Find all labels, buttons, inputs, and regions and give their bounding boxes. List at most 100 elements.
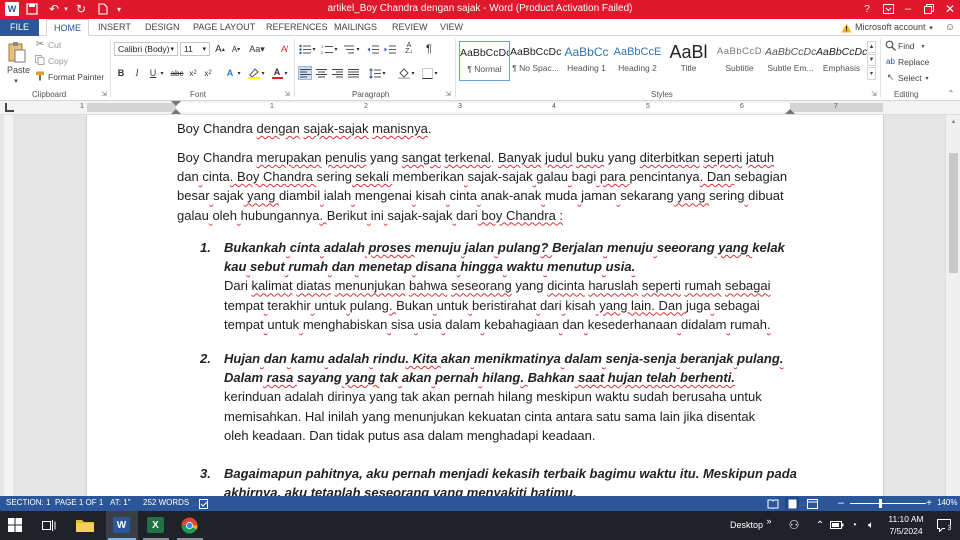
- styles-more-icon[interactable]: ▾: [867, 67, 876, 80]
- style-subtitle[interactable]: AaBbCcD Subtitle: [714, 41, 765, 81]
- tab-design[interactable]: DESIGN: [145, 22, 180, 32]
- replace-button[interactable]: Replace: [898, 57, 929, 67]
- text-effects-dropdown-icon[interactable]: ▾: [235, 66, 243, 80]
- excel-taskbar-icon[interactable]: X: [147, 517, 164, 533]
- text-line[interactable]: dan cinta. Boy Chandra sering sekali mem…: [177, 167, 797, 186]
- tab-file[interactable]: FILE: [0, 19, 40, 36]
- text-line[interactable]: Hujan dan kamu adalah rindu. Kita akan m…: [224, 349, 802, 368]
- desktop-toolbar[interactable]: Desktop: [730, 520, 763, 530]
- decrease-indent-icon[interactable]: [366, 42, 380, 56]
- text-line[interactable]: Dari kalimat diatas menunjukan bahwa ses…: [224, 276, 802, 295]
- volume-icon[interactable]: 🔈︎: [864, 518, 878, 532]
- strikethrough-icon[interactable]: abc: [169, 66, 185, 80]
- select-button[interactable]: Select: [898, 73, 922, 83]
- align-center-icon[interactable]: [314, 66, 328, 80]
- text-line[interactable]: Dalam rasa sayang yang tak akan pernah h…: [224, 368, 802, 387]
- right-indent-marker[interactable]: [785, 109, 795, 114]
- read-mode-icon[interactable]: [767, 498, 779, 509]
- horizontal-ruler[interactable]: 1 1 2 3 4 5 6 7: [0, 101, 960, 115]
- grow-font-icon[interactable]: A ▴: [213, 42, 227, 56]
- show-hidden-icons[interactable]: ⌃: [814, 518, 826, 532]
- text-line[interactable]: tempat terakhir untuk pulang. Bukan untu…: [224, 296, 802, 315]
- subscript-icon[interactable]: x2: [186, 66, 200, 80]
- proofing-icon[interactable]: [199, 498, 210, 509]
- vertical-scrollbar[interactable]: ▲: [945, 115, 960, 496]
- font-name-combo[interactable]: Calibri (Body) ▾: [114, 42, 178, 56]
- print-layout-icon[interactable]: [785, 497, 799, 510]
- style-heading-1[interactable]: AaBbCc Heading 1: [561, 41, 612, 81]
- people-icon[interactable]: ⚇: [787, 518, 801, 532]
- zoom-out-icon[interactable]: –: [836, 497, 846, 509]
- highlight-dropdown-icon[interactable]: ▾: [259, 66, 267, 80]
- increase-indent-icon[interactable]: [383, 42, 397, 56]
- tab-insert[interactable]: INSERT: [98, 22, 131, 32]
- close-icon[interactable]: ✕: [943, 2, 957, 16]
- styles-scroll-down-icon[interactable]: ▼: [867, 54, 876, 66]
- clear-formatting-icon[interactable]: A̸: [277, 42, 291, 56]
- scroll-up-icon[interactable]: ▲: [949, 117, 958, 126]
- style-normal[interactable]: AaBbCcDc ¶ Normal: [459, 41, 510, 81]
- text-line[interactable]: besar sajak yang diambil ialah mengenai …: [177, 186, 797, 205]
- font-launcher-icon[interactable]: ⇲: [283, 90, 291, 98]
- style-subtle-emphasis[interactable]: AaBbCcDc Subtle Em...: [765, 41, 816, 81]
- align-right-icon[interactable]: [330, 66, 344, 80]
- styles-scroll-up-icon[interactable]: ▲: [867, 41, 876, 53]
- styles-launcher-icon[interactable]: ⇲: [870, 90, 878, 98]
- align-left-icon[interactable]: [298, 66, 312, 80]
- text-line[interactable]: tempat untuk menghabiskan sisa usia dala…: [224, 315, 802, 334]
- font-color-dropdown-icon[interactable]: ▾: [282, 66, 290, 80]
- style-no-spacing[interactable]: AaBbCcDc ¶ No Spac...: [510, 41, 561, 81]
- zoom-slider[interactable]: [850, 503, 926, 504]
- change-case-icon[interactable]: Aa▾: [248, 42, 266, 56]
- network-icon[interactable]: ◔: [847, 518, 861, 532]
- shrink-font-icon[interactable]: A ▾: [229, 42, 243, 56]
- tab-review[interactable]: REVIEW: [392, 22, 428, 32]
- text-line[interactable]: Boy Chandra dengan sajak-sajak manisnya.: [177, 119, 797, 138]
- style-title[interactable]: AaBl Title: [663, 41, 714, 81]
- word-taskbar-icon[interactable]: W: [113, 517, 130, 533]
- select-dropdown-icon[interactable]: ▾: [923, 74, 931, 82]
- text-line[interactable]: akhirnya, aku tetaplah seseorang yang me…: [224, 483, 802, 496]
- restore-icon[interactable]: [922, 2, 936, 16]
- ribbon-display-options-icon[interactable]: [882, 3, 894, 15]
- justify-icon[interactable]: [346, 66, 360, 80]
- text-line[interactable]: galau oleh hubungannya. Berikut ini saja…: [177, 206, 797, 225]
- shading-dropdown-icon[interactable]: ▾: [409, 66, 417, 80]
- smiley-feedback-icon[interactable]: ☺: [944, 21, 956, 33]
- italic-icon[interactable]: I: [130, 66, 144, 80]
- find-button[interactable]: Find: [898, 41, 915, 51]
- word-count[interactable]: 252 WORDS: [143, 498, 189, 507]
- zoom-slider-thumb[interactable]: [878, 499, 882, 508]
- file-explorer-icon[interactable]: [76, 517, 94, 533]
- collapse-ribbon-icon[interactable]: ⌃: [946, 88, 956, 98]
- tab-home[interactable]: HOME: [46, 19, 89, 36]
- page-indicator[interactable]: PAGE 1 OF 1: [55, 498, 103, 507]
- scrollbar-thumb[interactable]: [949, 153, 958, 273]
- task-view-icon[interactable]: [42, 518, 56, 532]
- tab-mailings[interactable]: MAILINGS: [334, 22, 377, 32]
- paragraph-launcher-icon[interactable]: ⇲: [444, 90, 452, 98]
- borders-dropdown-icon[interactable]: ▾: [432, 66, 440, 80]
- account-dropdown-icon[interactable]: ▾: [927, 22, 935, 33]
- format-painter-button[interactable]: Format Painter: [48, 72, 104, 82]
- tab-references[interactable]: REFERENCES: [266, 22, 328, 32]
- font-size-combo[interactable]: 11 ▾: [180, 42, 210, 56]
- web-layout-icon[interactable]: [806, 498, 818, 509]
- tab-page-layout[interactable]: PAGE LAYOUT: [193, 22, 255, 32]
- battery-icon[interactable]: [830, 519, 844, 531]
- paste-icon[interactable]: [6, 40, 28, 64]
- style-heading-2[interactable]: AaBbCcE Heading 2: [612, 41, 663, 81]
- text-line[interactable]: kerinduan adalah dirinya yang tak akan p…: [224, 387, 802, 406]
- text-line[interactable]: oleh keadaan. Dan tidak putus asa dalam …: [224, 426, 802, 445]
- numbering-dropdown-icon[interactable]: ▾: [332, 42, 340, 56]
- clipboard-launcher-icon[interactable]: ⇲: [100, 90, 108, 98]
- multilevel-dropdown-icon[interactable]: ▾: [354, 42, 362, 56]
- first-line-indent-marker[interactable]: [171, 101, 181, 106]
- text-line[interactable]: Bukankah cinta adalah proses menuju jala…: [224, 238, 802, 257]
- clock-date[interactable]: 7/5/2024: [883, 526, 929, 536]
- style-emphasis[interactable]: AaBbCcDc Emphasis: [816, 41, 867, 81]
- hanging-indent-marker[interactable]: [171, 109, 181, 114]
- document-page[interactable]: Boy Chandra dengan sajak-sajak manisnya.…: [86, 115, 884, 496]
- tab-selector-icon[interactable]: [5, 103, 14, 112]
- clock-time[interactable]: 11:10 AM: [883, 514, 929, 524]
